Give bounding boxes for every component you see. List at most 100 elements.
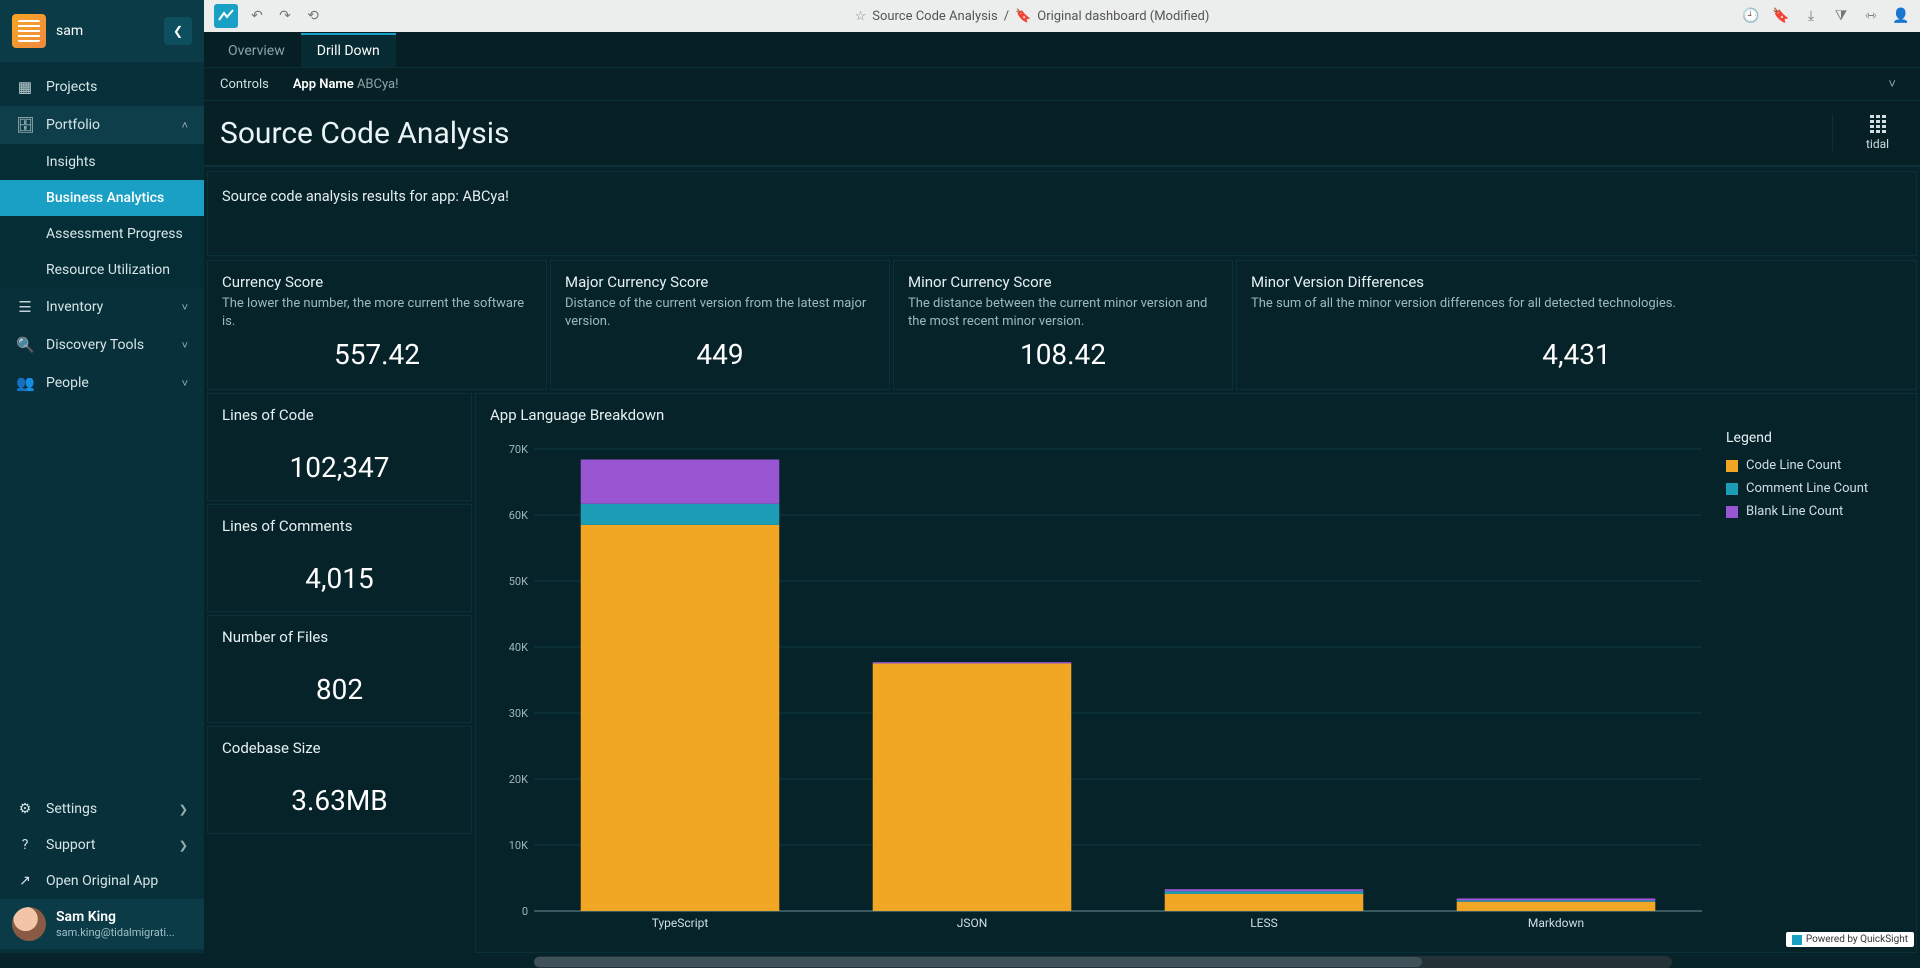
tabs: Overview Drill Down [204,32,1920,68]
quicksight-icon[interactable] [214,4,238,28]
clock-icon[interactable]: 🕘 [1742,7,1760,25]
chart-legend: Legend Code Line Count Comment Line Coun… [1712,430,1902,948]
sidebar-item-label: Support [46,837,95,853]
toolbar-right: 🕘 🔖 ⤓ ⧩ ⇿ 👤 [1742,7,1910,25]
profile-name: Sam King [56,909,175,926]
sidebar-item-support[interactable]: ? Support ❯ [0,827,204,863]
kpi-value: 557.42 [222,330,532,371]
kpi-title: Currency Score [222,273,532,291]
svg-text:60K: 60K [509,509,528,522]
brand-glyph-icon [1870,115,1886,133]
kpi-major-currency-score: Major Currency Score Distance of the cur… [550,260,890,390]
legend-label: Comment Line Count [1746,481,1868,496]
sidebar-username: sam [56,23,154,39]
sidebar-subitem-business-analytics[interactable]: Business Analytics [0,180,204,216]
svg-text:JSON: JSON [957,916,988,930]
legend-item-comment-line-count[interactable]: Comment Line Count [1726,481,1902,496]
chart-panel: App Language Breakdown 010K20K30K40K50K6… [475,393,1917,953]
kpi-desc: The distance between the current minor v… [908,295,1218,330]
kpi-value: 108.42 [908,330,1218,371]
sidebar-item-inventory[interactable]: ☰ Inventory ˅ [0,288,204,326]
sidebar-item-label: Projects [46,79,97,95]
bottom-row: Lines of Code 102,347 Lines of Comments … [207,393,1917,953]
user-button[interactable]: 👤 [1892,7,1910,25]
bookmark-icon[interactable]: 🔖 [1015,9,1031,24]
sidebar-subitem-label: Assessment Progress [46,226,183,242]
legend-item-blank-line-count[interactable]: Blank Line Count [1726,504,1902,519]
star-icon[interactable]: ☆ [855,9,867,24]
chevron-right-icon: ❯ [179,803,188,816]
stat-value: 102,347 [222,451,457,484]
control-param-name: App Name [293,77,354,92]
redo-button[interactable]: ↷ [276,7,294,25]
sidebar-subitem-assessment-progress[interactable]: Assessment Progress [0,216,204,252]
sidebar-item-label: Open Original App [46,873,158,889]
kpi-desc: The sum of all the minor version differe… [1251,295,1902,313]
toolbar: ↶ ↷ ⟲ ☆ Source Code Analysis / 🔖 Origina… [204,0,1920,32]
svg-text:TypeScript: TypeScript [652,916,709,930]
sidebar-subitem-resource-utilization[interactable]: Resource Utilization [0,252,204,288]
sidebar-item-portfolio[interactable]: 🗄 Portfolio ˄ [0,106,204,144]
chart-title: App Language Breakdown [490,406,1902,424]
chevron-up-icon: ˄ [182,119,188,132]
sidebar-subitem-label: Insights [46,154,96,170]
export-button[interactable]: ⤓ [1802,7,1820,25]
people-icon: 👥 [16,374,34,392]
sidebar-subitem-insights[interactable]: Insights [0,144,204,180]
stat-title: Lines of Code [222,406,457,424]
sidebar-item-discovery-tools[interactable]: 🔍 Discovery Tools ˅ [0,326,204,364]
bookmark-button[interactable]: 🔖 [1772,7,1790,25]
stat-value: 4,015 [222,562,457,595]
scrollbar-thumb[interactable] [534,957,1422,967]
controls-collapse-button[interactable]: ˅ [1888,76,1904,92]
sidebar-item-label: Portfolio [46,117,100,133]
sidebar-item-settings[interactable]: ⚙ Settings ❯ [0,791,204,827]
chevron-down-icon: ˅ [182,301,188,314]
chart-body: 010K20K30K40K50K60K70KTypeScriptJSONLESS… [490,430,1902,948]
kpi-title: Minor Currency Score [908,273,1218,291]
refresh-button[interactable]: ⟲ [304,7,322,25]
sidebar-item-label: Settings [46,801,97,817]
sidebar-item-projects[interactable]: ▦ Projects [0,68,204,106]
breadcrumb-sub[interactable]: Original dashboard (Modified) [1037,9,1209,24]
breadcrumb: ☆ Source Code Analysis / 🔖 Original dash… [332,9,1732,24]
kpi-title: Major Currency Score [565,273,875,291]
sidebar-item-people[interactable]: 👥 People ˅ [0,364,204,402]
sidebar-item-label: Discovery Tools [46,337,144,353]
controls-row: Controls App Name ABCya! ˅ [204,68,1920,101]
svg-text:0: 0 [522,905,528,918]
stat-title: Codebase Size [222,739,457,757]
tab-drill-down[interactable]: Drill Down [301,33,396,67]
chart-horizontal-scrollbar[interactable] [534,956,1672,968]
legend-swatch [1726,483,1738,495]
breadcrumb-main[interactable]: Source Code Analysis [872,9,997,24]
powered-label: Powered by QuickSight [1806,934,1908,945]
kpi-minor-currency-score: Minor Currency Score The distance betwee… [893,260,1233,390]
svg-text:50K: 50K [509,575,528,588]
profile-email: sam.king@tidalmigrati... [56,926,175,939]
stat-title: Number of Files [222,628,457,646]
app-logo-icon [12,14,46,48]
fit-width-button[interactable]: ⇿ [1862,7,1880,25]
gear-icon: ⚙ [16,801,34,817]
svg-text:40K: 40K [509,641,528,654]
filter-button[interactable]: ⧩ [1832,7,1850,25]
sidebar-collapse-button[interactable]: ❮ [164,17,192,45]
stat-number-of-files: Number of Files 802 [207,615,472,723]
control-app-name[interactable]: App Name ABCya! [293,77,399,92]
control-param-value: ABCya! [357,77,399,92]
sidebar-item-open-original[interactable]: ↗ Open Original App [0,863,204,899]
legend-swatch [1726,460,1738,472]
svg-text:70K: 70K [509,443,528,456]
legend-title: Legend [1726,430,1902,446]
undo-button[interactable]: ↶ [248,7,266,25]
tab-overview[interactable]: Overview [212,35,301,67]
svg-text:Markdown: Markdown [1528,916,1584,930]
chart-plot-area[interactable]: 010K20K30K40K50K60K70KTypeScriptJSONLESS… [490,430,1712,948]
chevron-down-icon: ˅ [182,377,188,390]
sidebar-profile[interactable]: Sam King sam.king@tidalmigrati... [0,899,204,949]
inventory-icon: ☰ [16,298,34,316]
legend-item-code-line-count[interactable]: Code Line Count [1726,458,1902,473]
stat-value: 802 [222,673,457,706]
sidebar-nav: ▦ Projects 🗄 Portfolio ˄ Insights Busine… [0,62,204,791]
